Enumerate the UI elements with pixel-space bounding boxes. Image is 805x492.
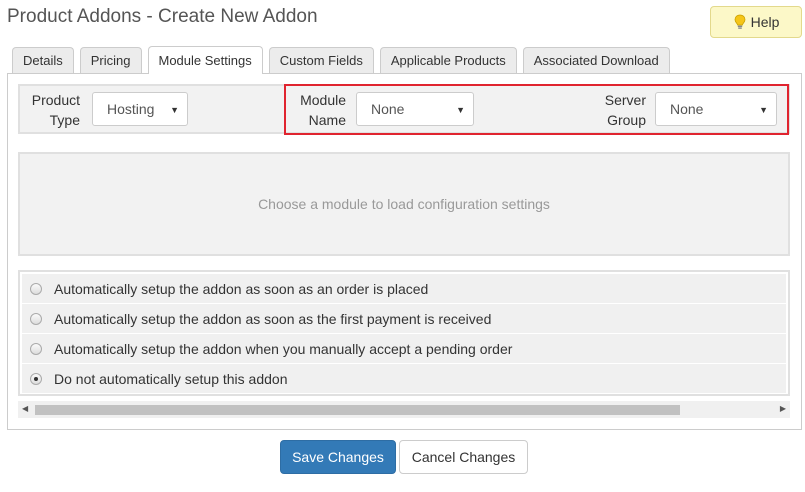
save-changes-button[interactable]: Save Changes	[280, 440, 396, 474]
module-settings-row: Product Type Hosting ▼ Module Name None …	[18, 84, 790, 134]
radio-button[interactable]	[30, 312, 42, 325]
setup-option-first-payment[interactable]: Automatically setup the addon as soon as…	[22, 304, 786, 333]
cancel-changes-button[interactable]: Cancel Changes	[399, 440, 528, 474]
setup-options-list: Automatically setup the addon as soon as…	[18, 270, 790, 396]
setup-option-no-auto-setup[interactable]: Do not automatically setup this addon	[22, 364, 786, 393]
setup-option-order-placed[interactable]: Automatically setup the addon as soon as…	[22, 274, 786, 303]
server-group-select[interactable]: None ▼	[655, 92, 777, 126]
chevron-down-icon: ▼	[456, 105, 465, 115]
scroll-right-arrow-icon[interactable]: ▶	[780, 404, 786, 413]
help-button[interactable]: Help	[710, 6, 802, 38]
server-group-label: Server Group	[604, 92, 646, 128]
chevron-down-icon: ▼	[759, 105, 768, 115]
product-type-select[interactable]: Hosting ▼	[92, 92, 188, 126]
tab-pricing[interactable]: Pricing	[79, 47, 142, 73]
product-type-label: Product Type	[31, 92, 80, 128]
module-name-label: Module Name	[300, 92, 346, 128]
horizontal-scrollbar[interactable]: ◀ ▶	[18, 401, 790, 418]
tab-module-settings[interactable]: Module Settings	[147, 46, 263, 74]
radio-button[interactable]	[30, 282, 42, 295]
tab-bar: Details Pricing Module Settings Custom F…	[12, 46, 676, 74]
setup-option-manual-accept[interactable]: Automatically setup the addon when you m…	[22, 334, 786, 363]
module-settings-panel: Product Type Hosting ▼ Module Name None …	[7, 73, 802, 430]
tab-associated-download[interactable]: Associated Download	[522, 47, 670, 73]
module-config-placeholder: Choose a module to load configuration se…	[258, 196, 550, 212]
help-label: Help	[750, 14, 780, 30]
tab-details[interactable]: Details	[12, 47, 74, 73]
lightbulb-icon	[733, 14, 747, 30]
scrollbar-thumb[interactable]	[35, 405, 680, 415]
module-name-select[interactable]: None ▼	[356, 92, 474, 126]
tab-custom-fields[interactable]: Custom Fields	[268, 47, 374, 73]
page-title: Product Addons - Create New Addon	[7, 6, 318, 27]
radio-button-checked[interactable]	[30, 372, 42, 385]
scroll-left-arrow-icon[interactable]: ◀	[22, 404, 28, 413]
radio-button[interactable]	[30, 342, 42, 355]
module-config-area: Choose a module to load configuration se…	[18, 152, 790, 256]
tab-applicable-products[interactable]: Applicable Products	[379, 47, 517, 73]
chevron-down-icon: ▼	[170, 105, 179, 115]
